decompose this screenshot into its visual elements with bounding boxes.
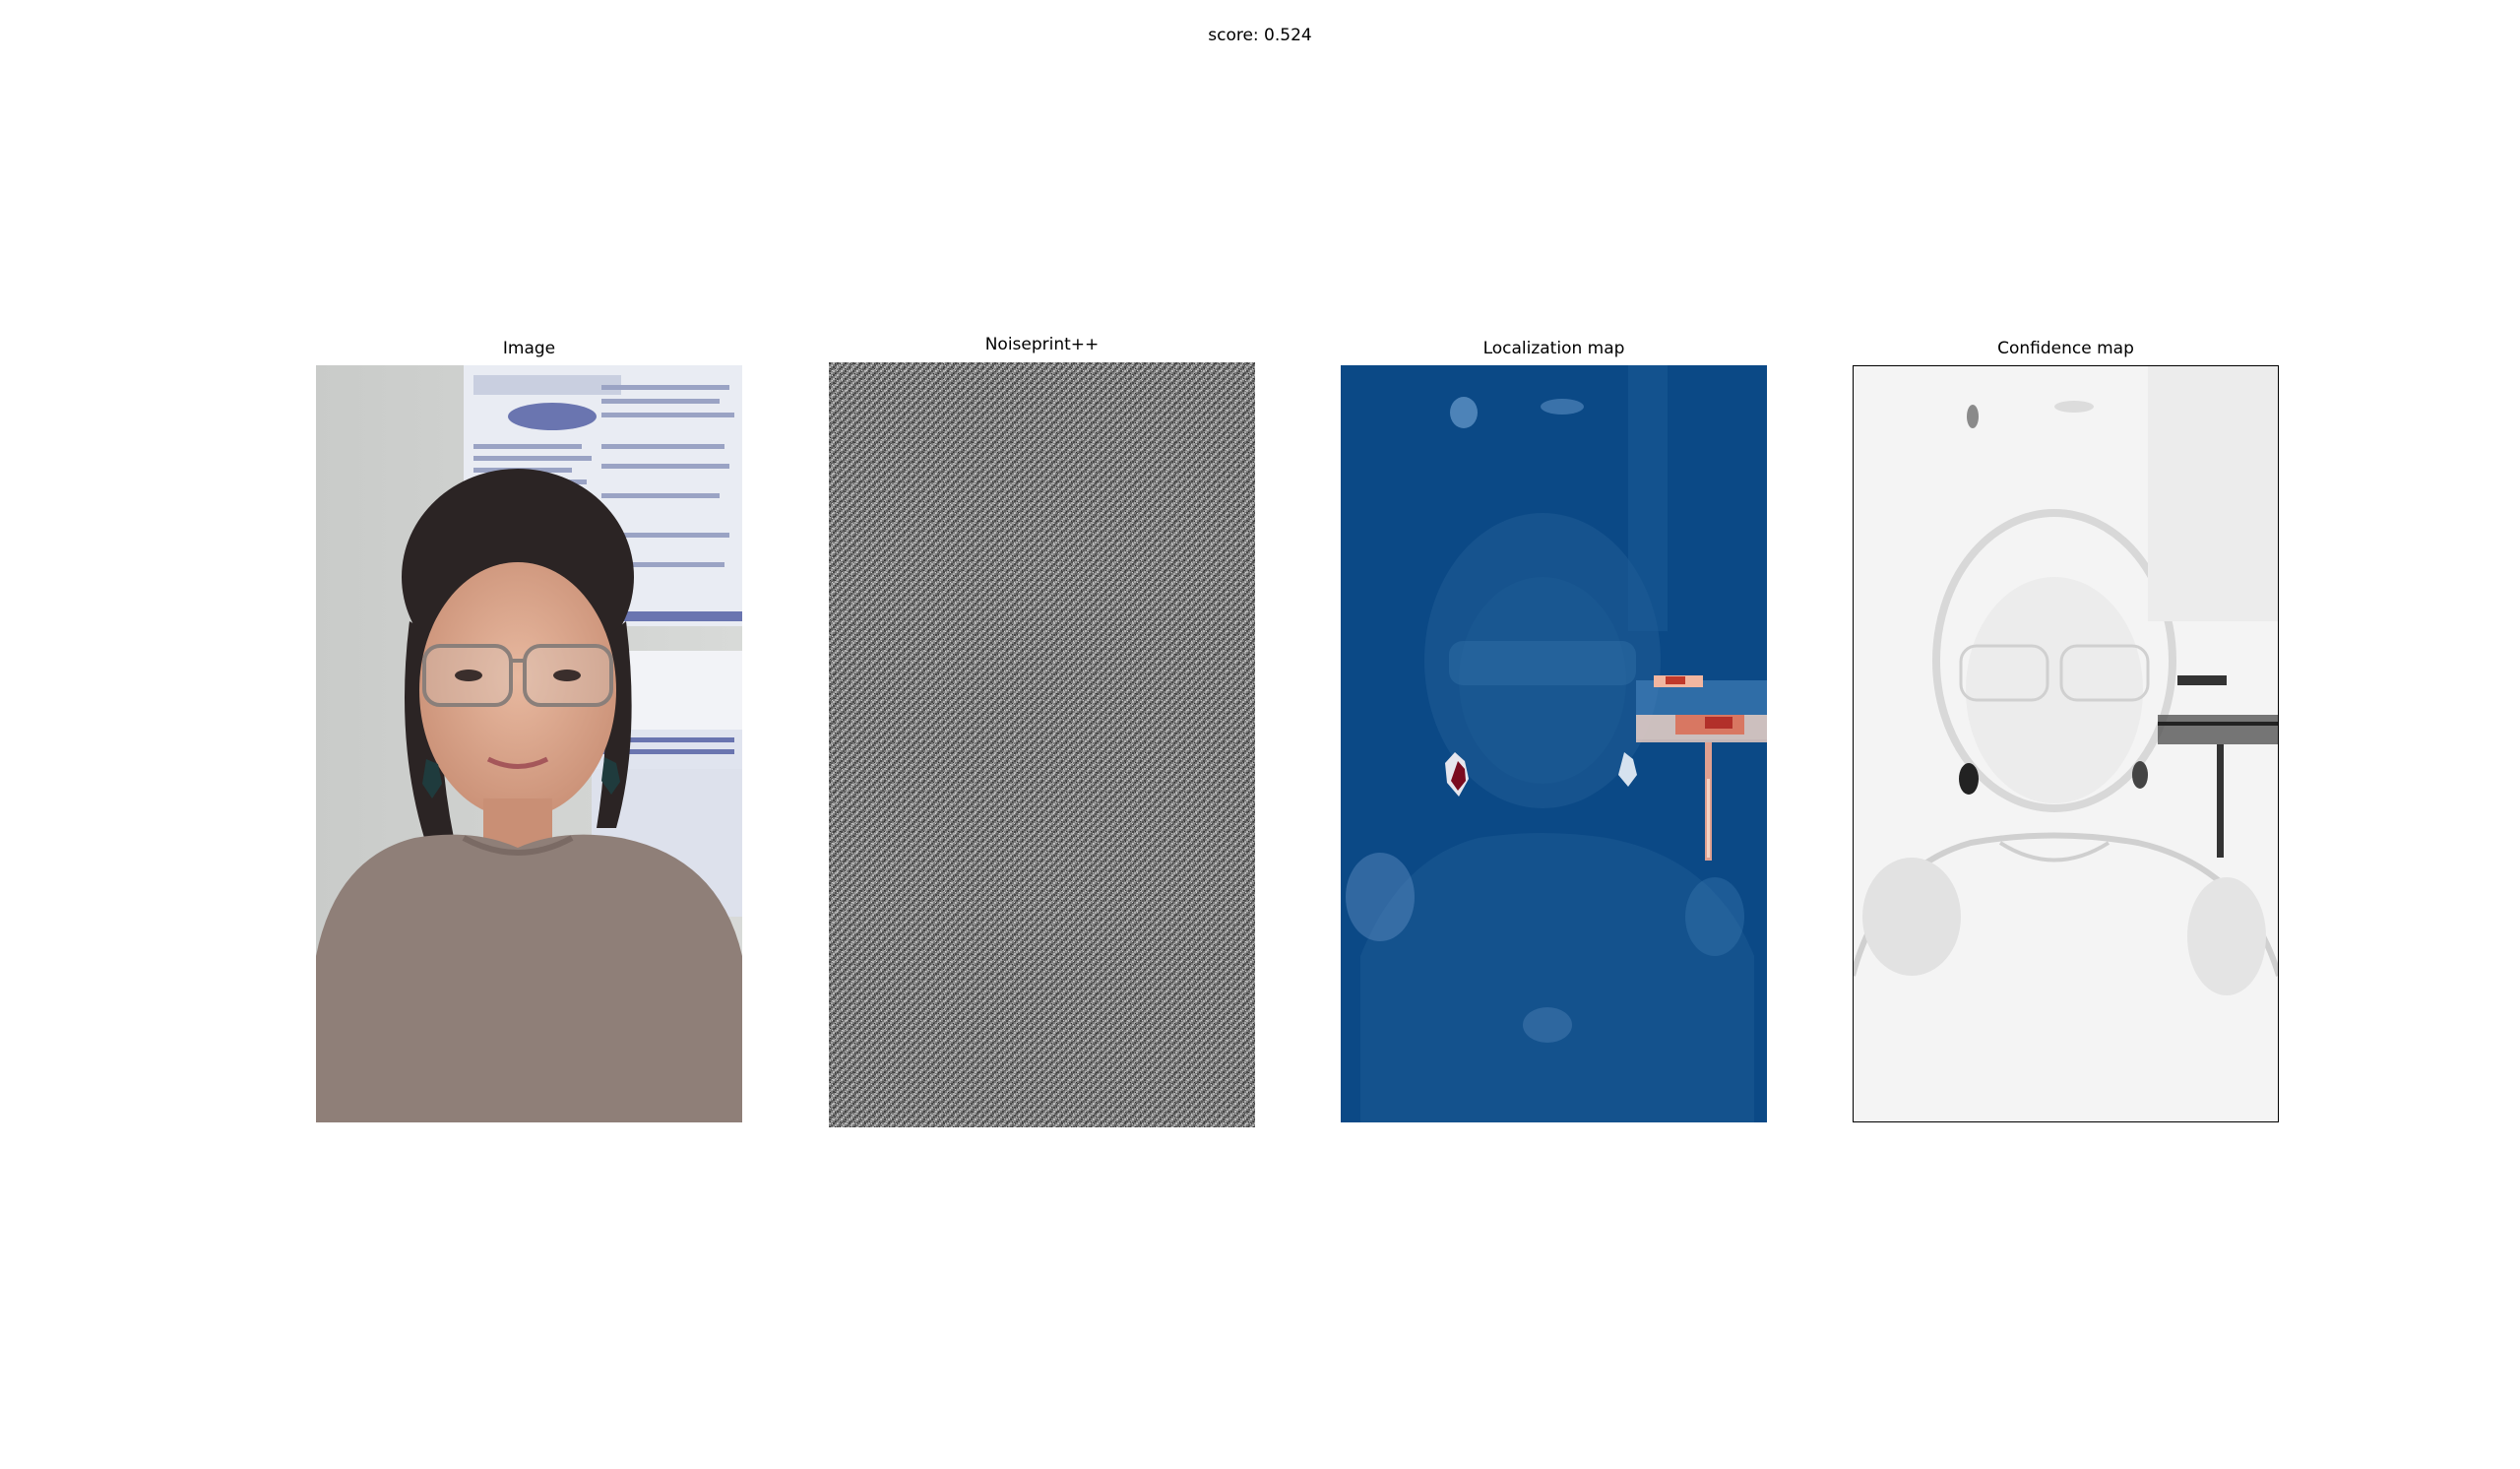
noiseprint-map [829,362,1255,1127]
noiseprint-panel: Noiseprint++ [829,335,1255,1127]
image-panel-title: Image [502,339,556,358]
image-panel: Image [316,339,742,1122]
figure-score-title: score: 0.524 [1208,26,1312,45]
noiseprint-panel-title: Noiseprint++ [984,335,1100,354]
confidence-heatmap [1853,365,2279,1122]
localization-panel-title: Localization map [1482,339,1625,358]
localization-heatmap [1341,365,1767,1122]
input-photo [316,365,742,1122]
localization-panel: Localization map [1341,339,1767,1122]
confidence-panel: Confidence map [1853,339,2279,1122]
confidence-panel-title: Confidence map [1997,339,2134,358]
